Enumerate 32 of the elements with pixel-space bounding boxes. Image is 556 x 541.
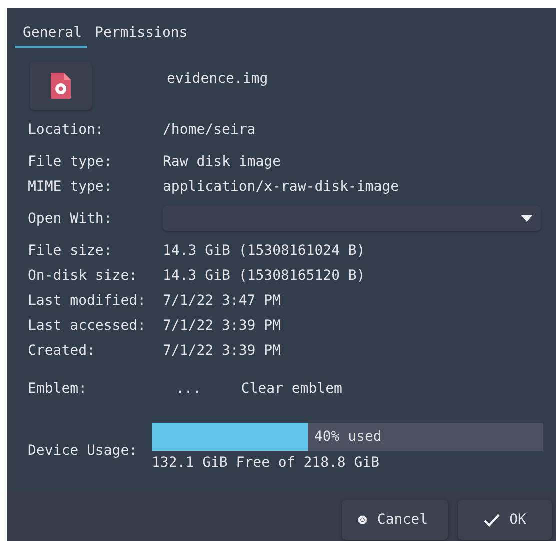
usage-reading: 40% used bbox=[314, 429, 382, 445]
property-value: 7/1/22 3:47 PM bbox=[163, 292, 282, 308]
tab[interactable]: Permissions bbox=[87, 20, 193, 48]
property-value: application/x-raw-disk-image bbox=[163, 178, 400, 194]
ok-button[interactable]: OK bbox=[458, 500, 552, 540]
property-label: Last modified: bbox=[28, 292, 148, 308]
property-value: 14.3 GiB (15308161024 B) bbox=[163, 242, 366, 258]
file-name: evidence.img bbox=[167, 71, 268, 87]
property-value: /home/seira bbox=[163, 122, 256, 138]
disc-file-icon bbox=[51, 73, 71, 99]
device-usage-label: Device Usage: bbox=[28, 443, 139, 459]
property-label: Created: bbox=[28, 342, 96, 358]
property-label: Open With: bbox=[28, 210, 114, 226]
property-value: 7/1/22 3:39 PM bbox=[163, 318, 282, 334]
property-label: Last accessed: bbox=[28, 318, 148, 334]
emblem-label: Emblem: bbox=[28, 380, 88, 396]
clear-emblem-button[interactable]: Clear emblem bbox=[241, 380, 342, 396]
property-label: MIME type: bbox=[28, 178, 114, 194]
cancel-button[interactable]: Cancel bbox=[342, 500, 448, 540]
checkmark-icon bbox=[484, 514, 500, 526]
property-label: File type: bbox=[28, 154, 114, 170]
emblem-picker-button[interactable]: ... bbox=[176, 380, 202, 396]
property-label: File size: bbox=[28, 242, 114, 258]
property-value: 14.3 GiB (15308165120 B) bbox=[163, 268, 366, 284]
property-label: Location: bbox=[28, 122, 105, 138]
file-icon-button[interactable] bbox=[30, 62, 92, 110]
property-label: On-disk size: bbox=[28, 268, 139, 284]
free-space-text: 132.1 GiB Free of 218.8 GiB bbox=[152, 455, 381, 471]
tab[interactable]: General bbox=[15, 20, 88, 48]
property-value: 7/1/22 3:39 PM bbox=[163, 342, 282, 358]
dropdown-arrow-icon bbox=[521, 215, 533, 222]
property-value: Raw disk image bbox=[163, 154, 282, 170]
